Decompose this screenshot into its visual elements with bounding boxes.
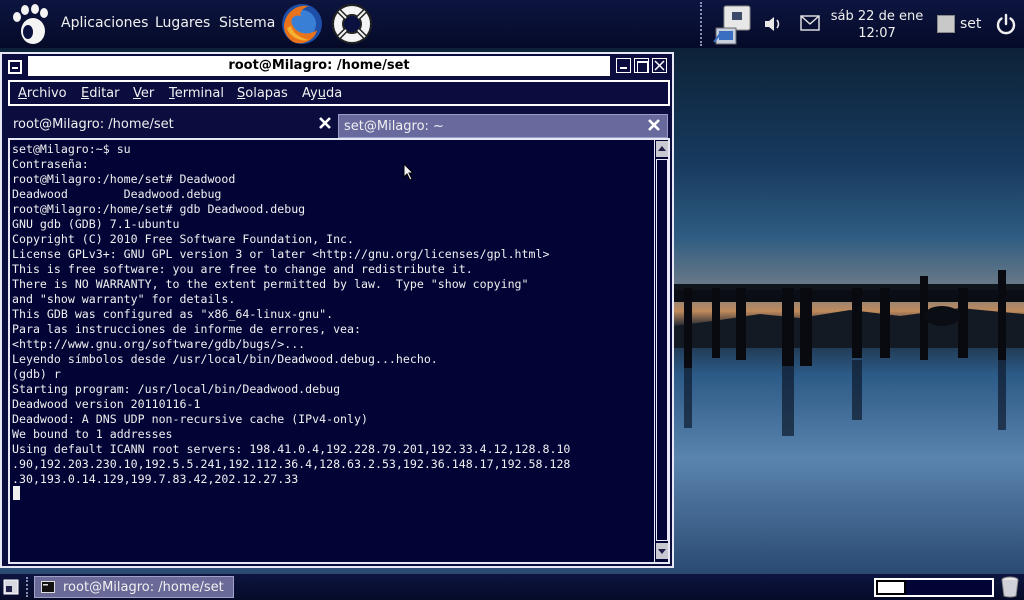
taskbar-item-terminal[interactable]: root@Milagro: /home/set	[34, 576, 234, 598]
gnome-foot-icon[interactable]	[8, 1, 52, 45]
tab-close-icon[interactable]	[318, 116, 332, 130]
help-lifebuoy-icon[interactable]	[330, 2, 374, 46]
tab-set-home[interactable]: set@Milagro: ~	[338, 114, 668, 138]
terminal-window: root@Milagro: /home/set Archivo Editar V…	[0, 52, 674, 568]
terminal-cursor	[13, 486, 20, 500]
menu-ayuda[interactable]: Ayuda	[302, 86, 342, 101]
terminal-line: This is free software: you are free to c…	[12, 262, 473, 276]
tab-root-home-set[interactable]: root@Milagro: /home/set	[8, 110, 338, 140]
minimize-button[interactable]	[616, 58, 631, 73]
terminal-output[interactable]: set@Milagro:~$ su Contraseña: root@Milagro…	[8, 138, 670, 564]
close-icon	[654, 60, 665, 71]
clock-date[interactable]: sáb 22 de ene	[826, 9, 928, 24]
terminal-line: Deadwood Deadwood.debug	[12, 187, 222, 201]
terminal-line: set@Milagro:~$ su	[12, 142, 131, 156]
terminal-line: Para las instrucciones de informe de err…	[12, 322, 362, 336]
taskbar-item-label: root@Milagro: /home/set	[63, 580, 224, 595]
menu-editar[interactable]: Editar	[81, 86, 120, 101]
terminal-line: We bound to 1 addresses	[12, 427, 173, 441]
tab-label: root@Milagro: /home/set	[13, 117, 174, 132]
terminal-line: There is NO WARRANTY, to the extent perm…	[12, 277, 529, 291]
workspace-1[interactable]	[876, 580, 906, 595]
arrow-up-icon	[658, 146, 666, 151]
clock-time[interactable]: 12:07	[826, 26, 928, 41]
terminal-line: Leyendo símbolos desde /usr/local/bin/De…	[12, 352, 438, 366]
menu-solapas[interactable]: Solapas	[237, 86, 288, 101]
terminal-line: Starting program: /usr/local/bin/Deadwoo…	[12, 382, 341, 396]
terminal-line: Copyright (C) 2010 Free Software Foundat…	[12, 232, 355, 246]
menu-system[interactable]: Sistema	[219, 15, 275, 31]
terminal-text: set@Milagro:~$ su Contraseña: root@Milagro…	[12, 142, 652, 487]
terminal-line: root@Milagro:/home/set# Deadwood	[12, 172, 236, 186]
menu-terminal[interactable]: Terminal	[169, 86, 224, 101]
workspace-2[interactable]	[906, 580, 992, 595]
power-icon[interactable]	[995, 13, 1017, 35]
panel-separator	[700, 2, 706, 46]
scroll-down-button[interactable]	[656, 543, 668, 559]
mail-icon[interactable]	[800, 15, 820, 31]
volume-icon[interactable]	[763, 14, 783, 34]
menubar: Archivo Editar Ver Terminal Solapas Ayud…	[8, 80, 670, 106]
terminal-line: .30,193.0.14.129,199.7.83.42,202.12.27.3…	[12, 472, 299, 486]
scroll-up-button[interactable]	[656, 141, 668, 157]
tab-close-icon[interactable]	[647, 118, 661, 132]
maximize-button[interactable]	[634, 58, 649, 73]
window-title: root@Milagro: /home/set	[228, 58, 410, 73]
menu-archivo[interactable]: Archivo	[18, 86, 67, 101]
mouse-pointer-icon	[403, 163, 415, 181]
terminal-line: <http://www.gnu.org/software/gdb/bugs/>.…	[12, 337, 306, 351]
terminal-line: Contraseña:	[12, 157, 89, 171]
window-title-bar[interactable]: root@Milagro: /home/set	[28, 56, 610, 76]
firefox-icon[interactable]	[279, 2, 325, 46]
terminal-line: .90,192.203.230.10,192.5.5.241,192.112.3…	[12, 457, 571, 471]
user-name[interactable]: set	[960, 16, 981, 32]
scroll-thumb[interactable]	[656, 159, 668, 541]
terminal-line: GNU gdb (GDB) 7.1-ubuntu	[12, 217, 180, 231]
close-button[interactable]	[652, 58, 667, 73]
trash-icon[interactable]	[1000, 576, 1020, 598]
terminal-line: License GPLv3+: GNU GPL version 3 or lat…	[12, 247, 550, 261]
terminal-line: root@Milagro:/home/set# gdb Deadwood.deb…	[12, 202, 306, 216]
terminal-line: Deadwood version 20110116-1	[12, 397, 201, 411]
window-menu-button[interactable]	[8, 60, 22, 74]
terminal-line: (gdb) r	[12, 367, 61, 381]
top-panel: Aplicaciones Lugares Sistema sáb 22 de e…	[0, 0, 1024, 48]
network-icon[interactable]	[712, 4, 754, 46]
tab-bar: root@Milagro: /home/set set@Milagro: ~	[8, 110, 670, 140]
terminal-icon	[41, 581, 55, 593]
panel-separator	[26, 577, 30, 597]
menu-places[interactable]: Lugares	[155, 15, 210, 31]
arrow-down-icon	[658, 549, 666, 554]
workspace-switcher	[874, 578, 994, 597]
terminal-line: Using default ICANN root servers: 198.41…	[12, 442, 571, 456]
terminal-line: This GDB was configured as "x86_64-linux…	[12, 307, 334, 321]
terminal-line: and "show warranty" for details.	[12, 292, 236, 306]
menu-ver[interactable]: Ver	[133, 86, 154, 101]
scrollbar[interactable]	[654, 140, 668, 562]
show-desktop-icon[interactable]	[3, 579, 19, 595]
user-status-icon[interactable]	[937, 15, 955, 33]
terminal-line: Deadwood: A DNS UDP non-recursive cache …	[12, 412, 368, 426]
bottom-panel: root@Milagro: /home/set	[0, 574, 1024, 600]
tab-label: set@Milagro: ~	[344, 119, 444, 134]
menu-applications[interactable]: Aplicaciones	[61, 15, 148, 31]
